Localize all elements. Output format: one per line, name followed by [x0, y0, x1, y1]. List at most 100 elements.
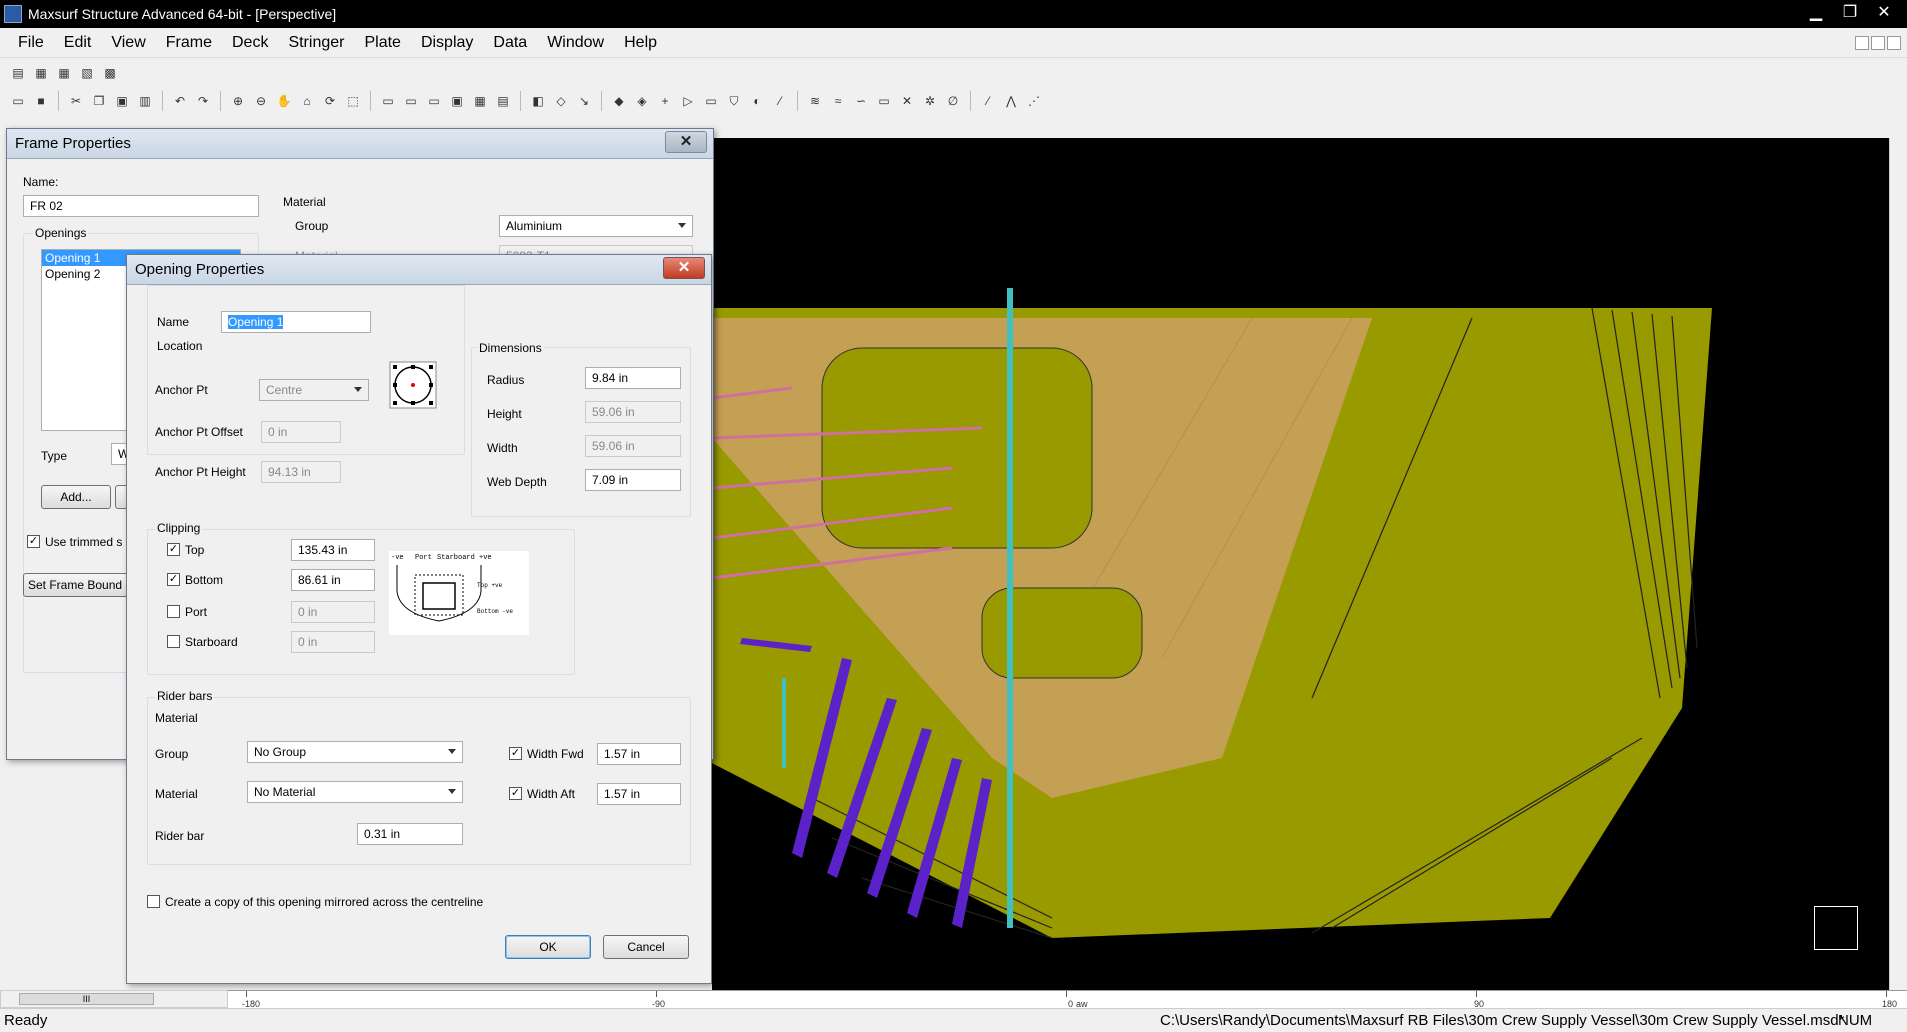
width-aft-input[interactable]: 1.57 in — [597, 783, 681, 805]
anchor-height-input[interactable]: 94.13 in — [261, 461, 341, 483]
redo-icon[interactable]: ↷ — [193, 91, 213, 111]
shield-icon[interactable]: ⛉ — [724, 91, 744, 111]
rider-group-combo[interactable]: No Group — [247, 741, 463, 763]
clip-port-input[interactable]: 0 in — [291, 601, 375, 623]
menu-stringer[interactable]: Stringer — [278, 34, 354, 52]
menu-help[interactable]: Help — [614, 34, 667, 52]
curve-icon-1[interactable]: ≋ — [805, 91, 825, 111]
print-icon[interactable]: ▥ — [135, 91, 155, 111]
menu-view[interactable]: View — [101, 34, 155, 52]
save-icon[interactable]: ■ — [31, 91, 51, 111]
web-icon[interactable]: ◐ — [747, 91, 767, 111]
paste-icon[interactable]: ▣ — [112, 91, 132, 111]
use-trimmed-checkbox[interactable]: ✓ — [27, 535, 40, 548]
plan-view-icon[interactable]: ▭ — [378, 91, 398, 111]
curve-icon-2[interactable]: ≈ — [828, 91, 848, 111]
cancel-button[interactable]: Cancel — [603, 935, 689, 959]
perspective-icon[interactable]: ▣ — [447, 91, 467, 111]
menu-plate[interactable]: Plate — [354, 34, 410, 52]
close-icon[interactable]: ✕ — [1869, 2, 1899, 24]
web-depth-input[interactable]: 7.09 in — [585, 469, 681, 491]
height-input[interactable]: 59.06 in — [585, 401, 681, 423]
clip-starboard-checkbox[interactable] — [167, 635, 180, 648]
horizontal-scrollbar[interactable]: III — [0, 990, 228, 1008]
frame-name-input[interactable]: FR 02 — [23, 195, 259, 217]
curve-icon-6[interactable]: ✲ — [920, 91, 940, 111]
width-aft-checkbox[interactable]: ✓ — [509, 787, 522, 800]
line-icon-1[interactable]: ⁄ — [978, 91, 998, 111]
opening-properties-close-button[interactable]: ✕ — [663, 257, 705, 279]
mirror-copy-checkbox[interactable] — [147, 895, 160, 908]
plate-icon[interactable]: ◆ — [609, 91, 629, 111]
add-opening-button[interactable]: Add... — [41, 485, 111, 509]
clip-bottom-checkbox[interactable]: ✓ — [167, 573, 180, 586]
deck-icon[interactable]: ◈ — [632, 91, 652, 111]
home-view-icon[interactable]: ⌂ — [297, 91, 317, 111]
table-icon[interactable]: ▦ — [470, 91, 490, 111]
scroll-thumb[interactable]: III — [19, 993, 154, 1005]
menu-frame[interactable]: Frame — [156, 34, 222, 52]
clip-top-input[interactable]: 135.43 in — [291, 539, 375, 561]
mdi-restore-icon[interactable] — [1871, 36, 1885, 50]
clip-starboard-input[interactable]: 0 in — [291, 631, 375, 653]
wand-icon[interactable]: ⁄ — [770, 91, 790, 111]
menu-window[interactable]: Window — [537, 34, 614, 52]
select-icon[interactable]: ⬚ — [343, 91, 363, 111]
radius-input[interactable]: 9.84 in — [585, 367, 681, 389]
undo-icon[interactable]: ↶ — [170, 91, 190, 111]
anchor-offset-input[interactable]: 0 in — [261, 421, 341, 443]
rider-thickness-input[interactable]: 0.31 in — [357, 823, 463, 845]
anchor-point-picker[interactable] — [389, 361, 437, 409]
rotate-icon[interactable]: ⟳ — [320, 91, 340, 111]
material-group-combo[interactable]: Aluminium — [499, 215, 693, 237]
list-view-icon[interactable]: ▤ — [8, 63, 28, 83]
menu-edit[interactable]: Edit — [54, 34, 102, 52]
line-icon-2[interactable]: ⋀ — [1001, 91, 1021, 111]
cut-icon[interactable]: ✂ — [66, 91, 86, 111]
frame-icon[interactable]: ▭ — [701, 91, 721, 111]
minimize-icon[interactable]: ▁ — [1801, 2, 1831, 24]
curve-icon-3[interactable]: ∽ — [851, 91, 871, 111]
add-icon[interactable]: + — [655, 91, 675, 111]
edit-grid-icon[interactable]: ▧ — [77, 63, 97, 83]
width-fwd-input[interactable]: 1.57 in — [597, 743, 681, 765]
profile-view-icon[interactable]: ▭ — [401, 91, 421, 111]
body-plan-icon[interactable]: ▭ — [424, 91, 444, 111]
perspective-viewport[interactable] — [712, 138, 1907, 998]
grid-view-icon[interactable]: ▦ — [54, 63, 74, 83]
selection-square[interactable] — [1814, 906, 1858, 950]
shade-icon[interactable]: ◧ — [528, 91, 548, 111]
copy-icon[interactable]: ❐ — [89, 91, 109, 111]
menu-file[interactable]: File — [8, 34, 54, 52]
menu-data[interactable]: Data — [483, 34, 537, 52]
mdi-close-icon[interactable] — [1887, 36, 1901, 50]
zoom-out-icon[interactable]: ⊖ — [251, 91, 271, 111]
open-icon[interactable]: ▭ — [8, 91, 28, 111]
width-fwd-checkbox[interactable]: ✓ — [509, 747, 522, 760]
menu-display[interactable]: Display — [411, 34, 483, 52]
tools-icon[interactable]: ▦ — [31, 63, 51, 83]
pan-hand-icon[interactable]: ✋ — [274, 91, 294, 111]
rider-material-combo[interactable]: No Material — [247, 781, 463, 803]
dotted-grid-icon[interactable]: ▩ — [100, 63, 120, 83]
curve-icon-5[interactable]: ✕ — [897, 91, 917, 111]
width-input[interactable]: 59.06 in — [585, 435, 681, 457]
vertical-scrollbar[interactable] — [1889, 138, 1907, 998]
menu-deck[interactable]: Deck — [222, 34, 278, 52]
clip-port-checkbox[interactable] — [167, 605, 180, 618]
layout-icon[interactable]: ▤ — [493, 91, 513, 111]
clip-top-checkbox[interactable]: ✓ — [167, 543, 180, 556]
curve-icon-4[interactable]: ▭ — [874, 91, 894, 111]
arrow-icon[interactable]: ▷ — [678, 91, 698, 111]
ok-button[interactable]: OK — [505, 935, 591, 959]
frame-properties-close-button[interactable]: ✕ — [665, 131, 707, 153]
anchor-pt-combo[interactable]: Centre — [259, 379, 369, 401]
clip-bottom-input[interactable]: 86.61 in — [291, 569, 375, 591]
set-frame-bound-button[interactable]: Set Frame Bound — [23, 573, 133, 597]
curve-icon-7[interactable]: ∅ — [943, 91, 963, 111]
maximize-icon[interactable]: ❐ — [1835, 2, 1865, 24]
pointer-icon[interactable]: ↘ — [574, 91, 594, 111]
zoom-in-icon[interactable]: ⊕ — [228, 91, 248, 111]
line-icon-3[interactable]: ⋰ — [1024, 91, 1044, 111]
mdi-minimize-icon[interactable] — [1855, 36, 1869, 50]
